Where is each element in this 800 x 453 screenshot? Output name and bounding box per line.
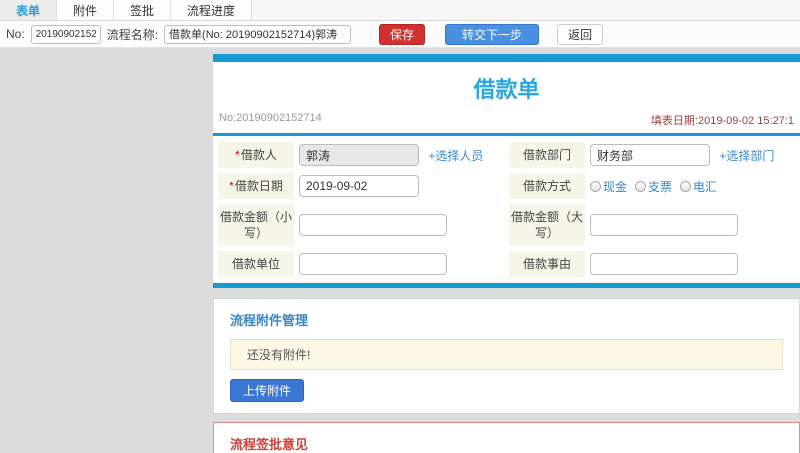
panel-top-bar: [213, 54, 800, 62]
approval-title: 流程签批意见: [230, 437, 309, 452]
loan-method-radio-group: 现金 支票 电汇: [590, 178, 795, 195]
fill-date: 填表日期:2019-09-02 15:27:1: [650, 115, 794, 127]
required-mark: *: [229, 179, 234, 193]
radio-wire-label: 电汇: [693, 179, 718, 194]
amount-big-field-cell: [590, 204, 795, 246]
main-content: 借款单 No:20190902152714 填表日期:2019-09-02 15…: [213, 54, 800, 453]
no-input[interactable]: [30, 24, 101, 44]
form-meta-row: No:20190902152714 填表日期:2019-09-02 15:27:…: [213, 112, 800, 133]
amount-small-input[interactable]: [299, 214, 447, 236]
select-person-link[interactable]: +选择人员: [428, 149, 483, 163]
amount-big-label: 借款金额（大写）: [511, 210, 584, 240]
panel-bottom-bar: [213, 283, 800, 288]
table-row: *借款人 +选择人员 借款部门 +选择部门: [218, 142, 795, 168]
table-row: 借款单位 借款事由: [218, 251, 795, 277]
save-button[interactable]: 保存: [379, 23, 426, 45]
amount-big-input[interactable]: [590, 214, 738, 236]
borrower-field-cell: +选择人员: [299, 142, 504, 168]
attachments-panel: 流程附件管理 还没有附件! 上传附件: [213, 298, 800, 414]
loan-reason-input[interactable]: [590, 253, 738, 275]
table-row: *借款日期 借款方式 现金 支票: [218, 173, 795, 199]
reason-label-cell: 借款事由: [509, 251, 585, 277]
radio-icon: [590, 180, 601, 192]
tab-form[interactable]: 表单: [0, 0, 58, 20]
unit-label: 借款单位: [231, 257, 280, 271]
radio-icon: [635, 180, 647, 192]
amount-small-field-cell: [299, 204, 504, 246]
method-label-cell: 借款方式: [509, 173, 585, 199]
attachments-title: 流程附件管理: [230, 313, 309, 328]
dept-input[interactable]: [590, 144, 710, 166]
no-attachments-alert: 还没有附件!: [230, 339, 783, 370]
dept-label-cell: 借款部门: [509, 142, 585, 168]
date-label-cell: *借款日期: [218, 173, 294, 199]
radio-cash-label: 现金: [603, 179, 628, 194]
radio-check[interactable]: 支票: [635, 178, 672, 195]
date-field-cell: [299, 173, 504, 199]
upload-attachment-button[interactable]: 上传附件: [230, 379, 305, 402]
no-label: No:: [6, 27, 25, 41]
divider: [213, 133, 800, 136]
method-label: 借款方式: [522, 179, 571, 193]
form-number: No:20190902152714: [219, 112, 322, 124]
borrower-input[interactable]: [299, 144, 419, 166]
tab-bar: 表单 附件 签批 流程进度: [0, 0, 800, 21]
unit-label-cell: 借款单位: [218, 251, 294, 277]
radio-check-label: 支票: [648, 179, 673, 194]
borrower-label: 借款人: [240, 148, 277, 162]
reason-field-cell: [590, 251, 795, 277]
radio-icon: [680, 180, 692, 192]
reason-label: 借款事由: [522, 257, 571, 271]
action-toolbar: No: 流程名称: 保存 转交下一步 返回: [0, 21, 800, 48]
method-field-cell: 现金 支票 电汇: [590, 173, 795, 199]
loan-form-panel: 借款单 No:20190902152714 填表日期:2019-09-02 15…: [213, 54, 800, 288]
unit-field-cell: [299, 251, 504, 277]
date-label: 借款日期: [234, 179, 283, 193]
approval-panel: 流程签批意见 B I abc: [213, 422, 800, 453]
amount-big-label-cell: 借款金额（大写）: [509, 204, 585, 246]
loan-form-table: *借款人 +选择人员 借款部门 +选择部门 *借款日期: [213, 137, 800, 282]
tab-process-progress[interactable]: 流程进度: [171, 0, 253, 20]
tab-attachments[interactable]: 附件: [57, 0, 115, 20]
amount-small-label-cell: 借款金额（小写）: [218, 204, 294, 246]
process-name-label: 流程名称:: [106, 27, 159, 42]
tab-approval[interactable]: 签批: [114, 0, 172, 20]
dept-field-cell: +选择部门: [590, 142, 795, 168]
amount-small-label: 借款金额（小写）: [220, 210, 293, 240]
borrower-label-cell: *借款人: [218, 142, 294, 168]
select-dept-link[interactable]: +选择部门: [719, 149, 774, 163]
back-button[interactable]: 返回: [557, 23, 604, 45]
process-name-input[interactable]: [164, 24, 352, 44]
table-row: 借款金额（小写） 借款金额（大写）: [218, 204, 795, 246]
dept-label: 借款部门: [522, 148, 571, 162]
radio-wire[interactable]: 电汇: [680, 178, 717, 195]
loan-unit-input[interactable]: [299, 253, 447, 275]
required-mark: *: [235, 148, 240, 162]
radio-cash[interactable]: 现金: [590, 178, 627, 195]
page-title: 借款单: [473, 77, 540, 102]
loan-date-input[interactable]: [299, 175, 419, 197]
next-step-button[interactable]: 转交下一步: [445, 23, 540, 45]
